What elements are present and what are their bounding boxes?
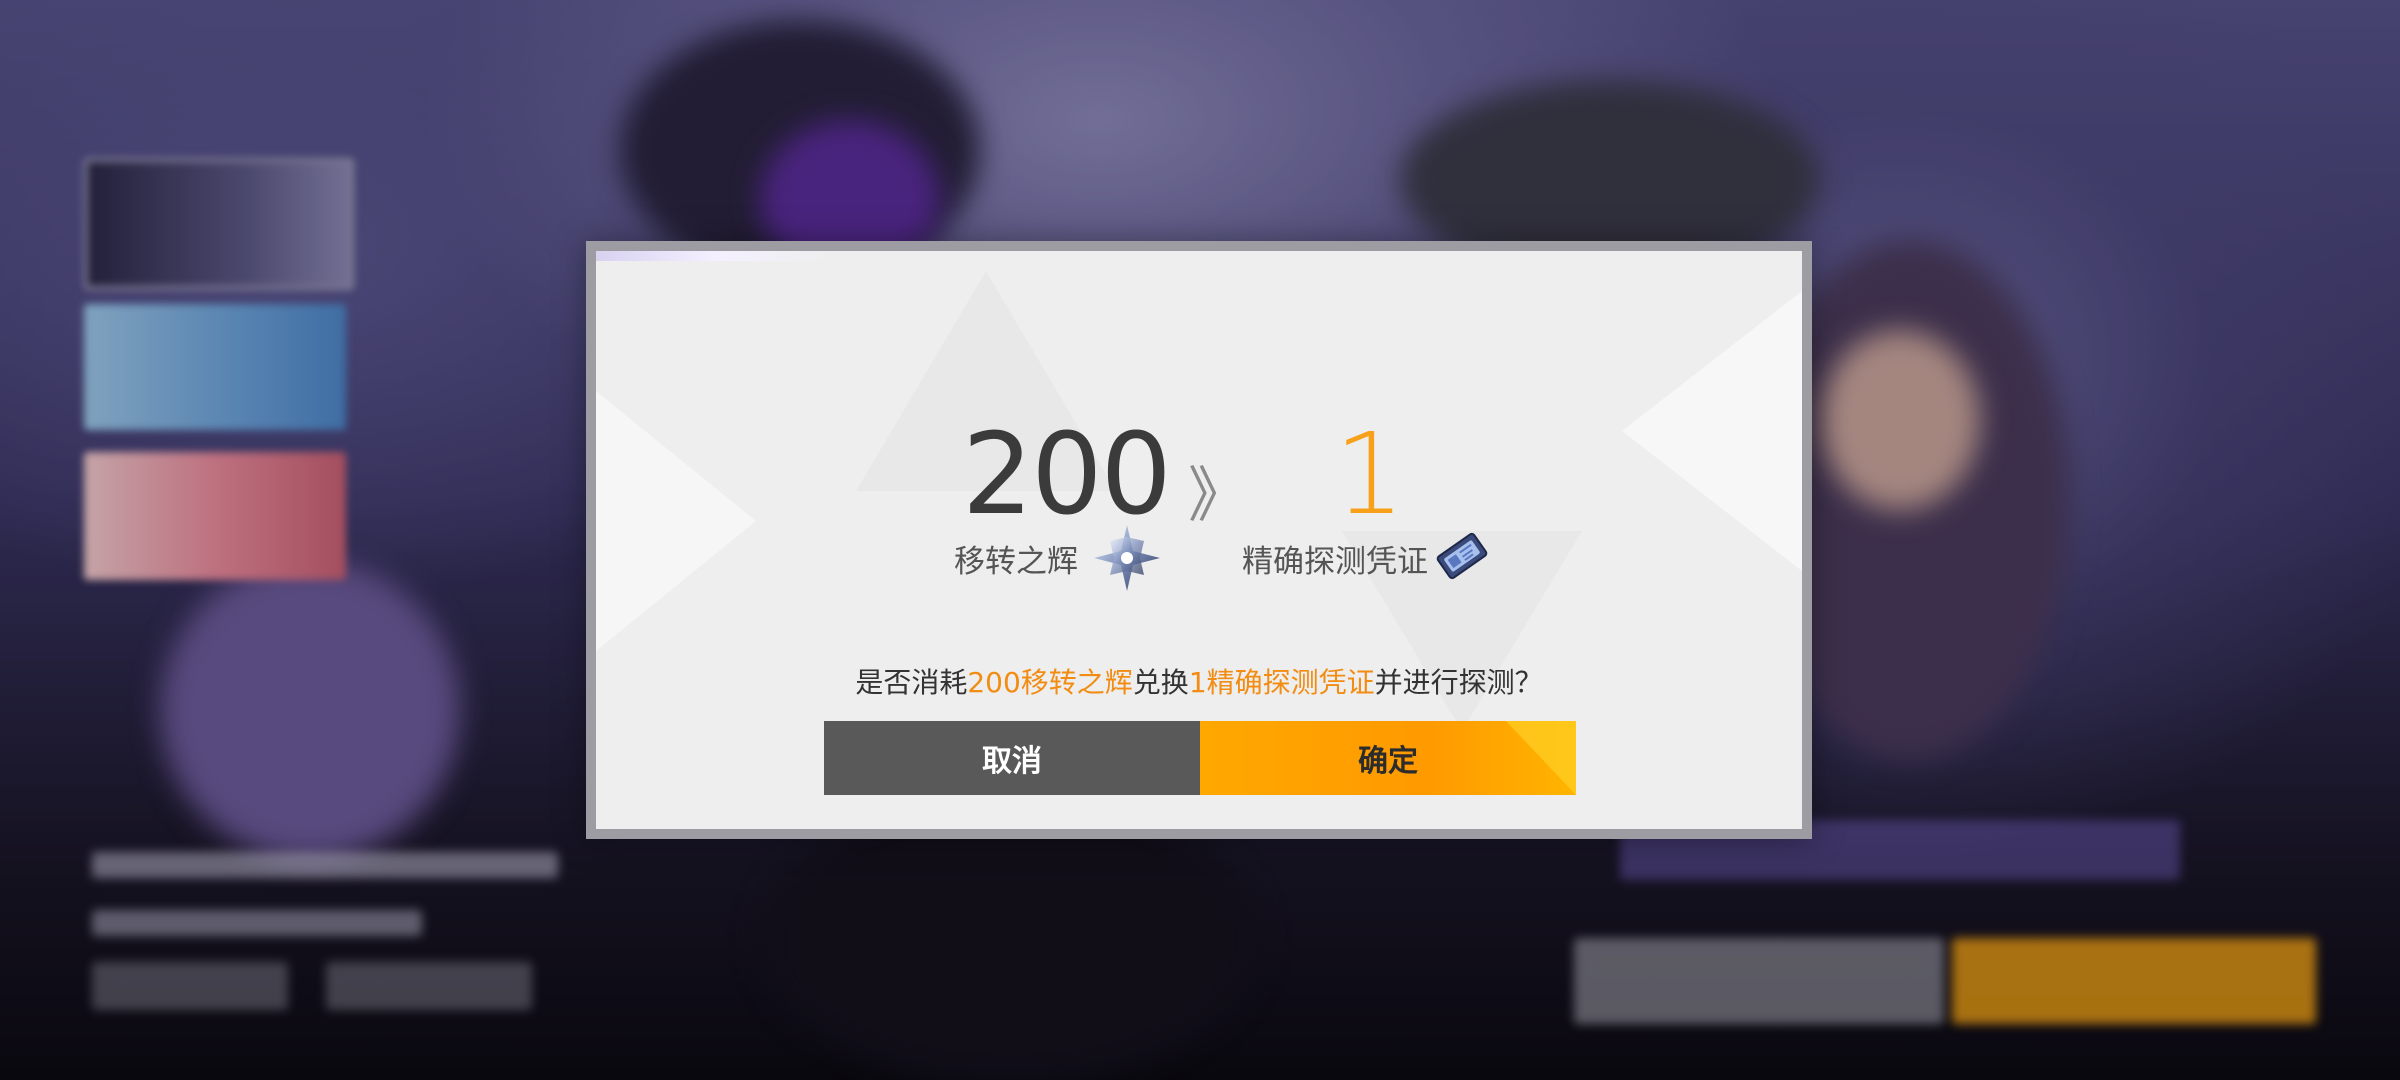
cancel-button-label: 取消	[982, 744, 1042, 779]
double-chevron-right-icon: 》	[1188, 461, 1248, 531]
ticket-icon	[1436, 532, 1488, 580]
confirm-button[interactable]: 确定	[1200, 721, 1576, 795]
question-gain: 1精确探测凭证	[1188, 666, 1375, 699]
cost-item-name: 移转之辉	[954, 544, 1078, 580]
cancel-button[interactable]: 取消	[824, 721, 1200, 795]
confirm-question: 是否消耗200移转之辉兑换1精确探测凭证并进行探测？	[596, 661, 1802, 701]
question-prefix: 是否消耗	[855, 666, 968, 699]
gain-amount: 1	[1334, 410, 1405, 540]
question-middle: 兑换	[1132, 666, 1189, 699]
star-shard-icon	[1094, 525, 1160, 591]
gain-item-name: 精确探测凭证	[1242, 544, 1428, 580]
confirm-button-label: 确定	[1358, 744, 1418, 779]
question-cost: 200移转之辉	[967, 666, 1133, 699]
cost-amount: 200	[962, 410, 1172, 540]
exchange-confirm-dialog: 200 》 1 移转之辉 精确探测凭证 是否消耗200移转之辉兑换1精确探测凭证…	[586, 241, 1812, 839]
question-suffix: 并进行探测？	[1374, 666, 1543, 699]
